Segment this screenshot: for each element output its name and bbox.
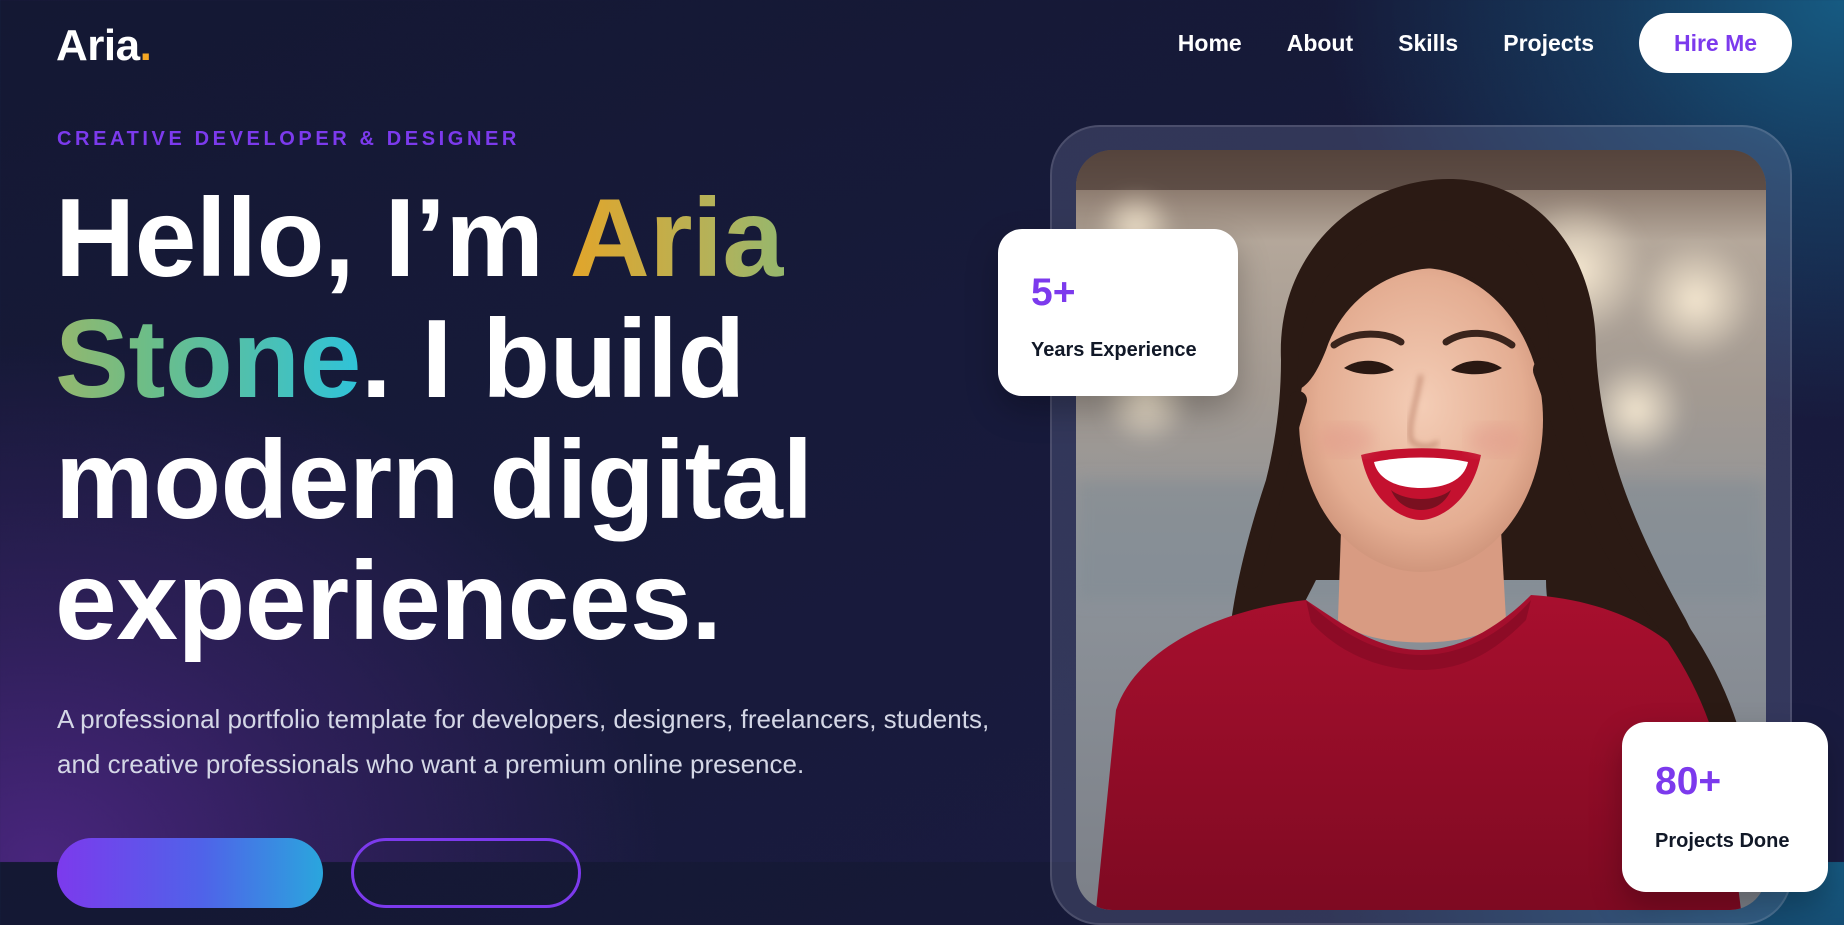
stat-card-projects: 80+ Projects Done bbox=[1622, 722, 1828, 892]
stat-value: 5+ bbox=[1031, 271, 1076, 314]
main-nav: Home About Skills Projects Hire Me bbox=[1178, 13, 1792, 73]
hire-me-button[interactable]: Hire Me bbox=[1639, 13, 1792, 73]
hero-headline: Hello, I’m Aria Stone. I build modern di… bbox=[55, 178, 985, 662]
primary-cta-button[interactable] bbox=[57, 838, 323, 908]
hero-intro: A professional portfolio template for de… bbox=[57, 704, 990, 779]
stat-label: Years Experience bbox=[1031, 339, 1197, 361]
stat-label: Projects Done bbox=[1655, 830, 1790, 852]
nav-link-skills[interactable]: Skills bbox=[1398, 13, 1458, 73]
stat-value: 80+ bbox=[1655, 760, 1722, 803]
nav-link-home[interactable]: Home bbox=[1178, 13, 1242, 73]
stat-card-experience: 5+ Years Experience bbox=[998, 229, 1238, 396]
logo-dot: . bbox=[139, 21, 152, 70]
secondary-cta-button[interactable] bbox=[351, 838, 581, 908]
nav-link-about[interactable]: About bbox=[1287, 13, 1353, 73]
site-logo[interactable]: Aria. bbox=[56, 20, 152, 72]
headline-prefix: Hello, I’m bbox=[55, 176, 570, 300]
nav-link-projects[interactable]: Projects bbox=[1503, 13, 1594, 73]
logo-text: Aria bbox=[56, 21, 140, 70]
hero-eyebrow: CREATIVE DEVELOPER & DESIGNER bbox=[57, 128, 520, 150]
